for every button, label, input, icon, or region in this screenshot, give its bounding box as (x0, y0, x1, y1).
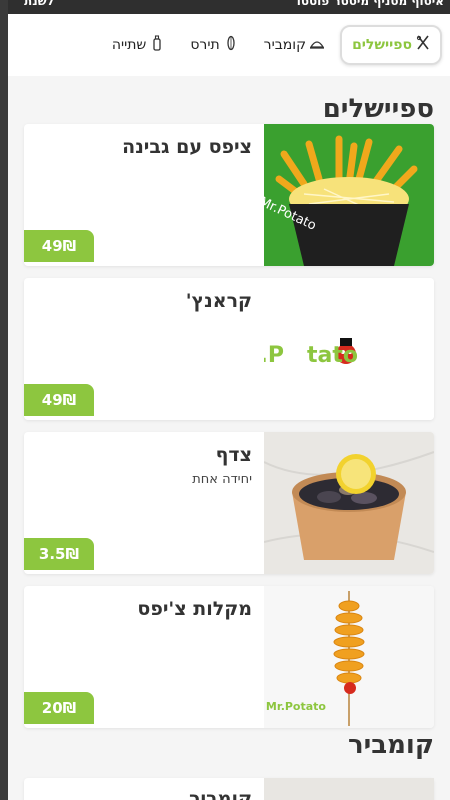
tab-drinks[interactable]: שתייה (102, 25, 175, 65)
product-image-chips-stick: Mr.Potato (264, 586, 434, 728)
item-name: קראנץ' (185, 290, 252, 312)
tab-specials[interactable]: ספיישלים (340, 25, 442, 65)
logo-text-primary: Mr.P (264, 343, 284, 368)
section-title-kumpir: קומביר (347, 730, 434, 760)
price-badge: 49₪ (24, 230, 94, 262)
utensils-icon (416, 35, 430, 55)
menu-app: לשנת איסוף מסניף מיסטר פוטטו ספיישלים קו… (8, 0, 450, 800)
top-bar: לשנת איסוף מסניף מיסטר פוטטו (8, 0, 450, 14)
item-name: מקלות צ'יפס (137, 598, 252, 620)
product-image-mussels (263, 432, 434, 574)
price-badge: 3.5₪ (24, 538, 94, 570)
corn-icon (224, 35, 238, 55)
tab-corn[interactable]: תירס (180, 25, 247, 65)
product-image-cheese-fries: Mr.Potato (257, 124, 434, 266)
menu-item-card[interactable]: Mr.P tato קראנץ' 49₪ (24, 278, 434, 420)
price-badge: 20₪ (24, 692, 94, 724)
item-name: ציפס עם גבינה (122, 136, 252, 158)
logo-text-secondary: tato (307, 343, 358, 368)
tab-corn-label: תירס (190, 37, 220, 53)
tab-kumpir[interactable]: קומביר (254, 25, 334, 65)
tab-specials-label: ספיישלים (352, 37, 412, 53)
menu-item-card[interactable]: Mr.Potato ציפס עם גבינה 49₪ (24, 124, 434, 266)
cloche-icon (309, 35, 325, 55)
menu-item-card[interactable]: צדף יחידה אחת 3.5₪ (24, 432, 434, 574)
brand-logo: Mr.P tato (230, 278, 434, 420)
menu-item-card[interactable]: Mr.Potato מקלות צ'יפס 20₪ (24, 586, 434, 728)
item-description: יחידה אחת (192, 472, 252, 487)
menu-item-card[interactable]: קומביר (24, 778, 434, 800)
category-tabs: ספיישלים קומביר תירס שתייה (8, 14, 450, 76)
item-name: צדף (215, 444, 252, 466)
item-name: קומביר (189, 788, 252, 800)
logo-text-small: Mr.Potato (266, 700, 327, 713)
bottle-icon (150, 35, 164, 55)
top-bar-pickup-text[interactable]: איסוף מסניף מיסטר פוטטו (297, 0, 444, 8)
tab-kumpir-label: קומביר (263, 37, 307, 53)
top-bar-left-text[interactable]: לשנת (24, 0, 54, 8)
tab-drinks-label: שתייה (111, 37, 147, 53)
product-image-kumpir (264, 778, 434, 800)
price-badge: 49₪ (24, 384, 94, 416)
